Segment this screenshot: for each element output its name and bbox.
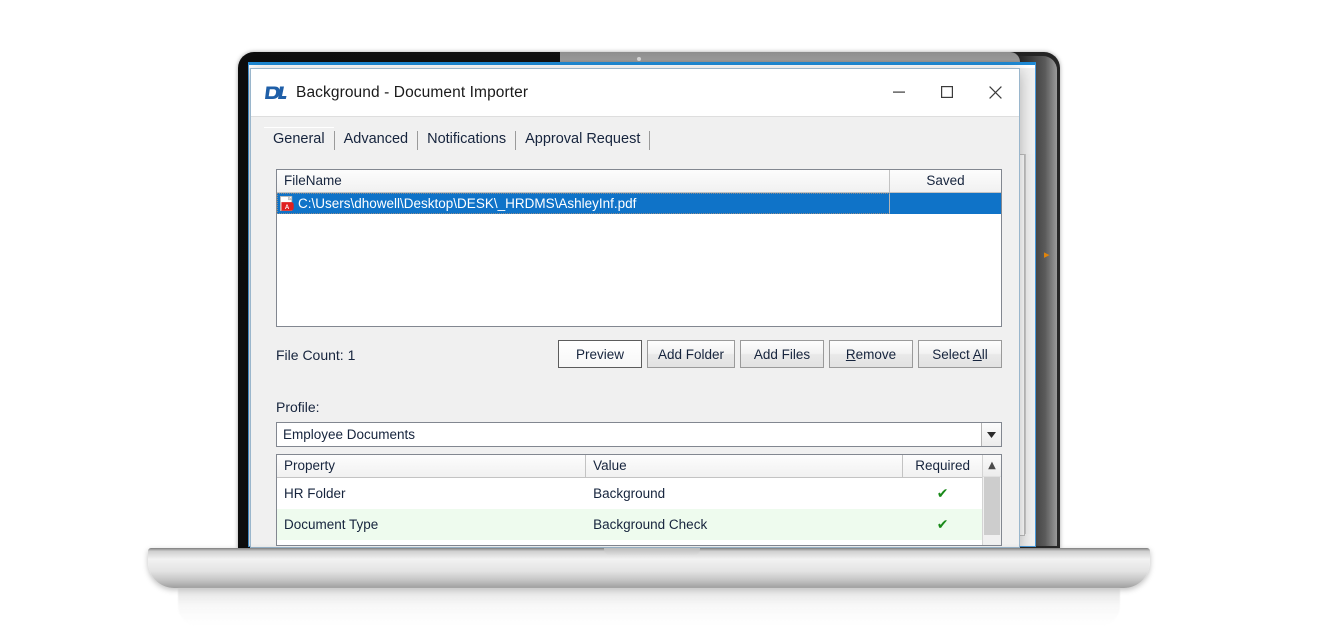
property-grid[interactable]: Property Value Required HR Folder Backgr… [277, 455, 982, 545]
tab-general[interactable]: General [264, 127, 334, 153]
profile-label: Profile: [276, 399, 320, 415]
property-value-cell[interactable]: Background [586, 486, 903, 501]
chevron-up-icon: ▲ [988, 459, 996, 471]
select-all-button-accel: A [972, 346, 982, 362]
tab-approval-request[interactable]: Approval Request [516, 127, 649, 153]
dl-logo-icon [265, 86, 287, 99]
chevron-down-icon [987, 431, 996, 438]
preview-button[interactable]: Preview [557, 340, 642, 368]
add-folder-button[interactable]: Add Folder [646, 340, 735, 368]
close-icon [988, 85, 1002, 99]
minimize-button[interactable] [875, 69, 923, 115]
table-row[interactable]: A C:\Users\dhowell\Desktop\DESK\_HRDMS\A… [277, 193, 1001, 214]
close-button[interactable] [971, 69, 1019, 115]
splitter-expand-arrow-icon[interactable]: ▸ [1044, 248, 1053, 261]
column-header-saved[interactable]: Saved [890, 170, 1001, 192]
add-folder-button-label: Add Folder [657, 346, 724, 362]
property-name-cell: HR Folder [284, 486, 346, 501]
pdf-file-icon: A [280, 196, 294, 211]
preview-button-label: Preview [575, 346, 624, 362]
column-header-value[interactable]: Value [586, 455, 904, 477]
column-header-property[interactable]: Property [277, 455, 587, 477]
property-grid-header: Property Value Required [277, 455, 982, 478]
laptop-base-notch [604, 548, 700, 555]
minimize-icon [893, 91, 905, 93]
table-row[interactable]: HR Folder Background ✔ [277, 478, 982, 509]
window-controls [875, 69, 1019, 115]
file-name-cell[interactable]: A C:\Users\dhowell\Desktop\DESK\_HRDMS\A… [277, 193, 890, 214]
scrollbar-thumb[interactable] [984, 477, 1000, 535]
file-action-buttons: Preview Add Folder Add Files Remove Sele… [557, 340, 1002, 368]
column-header-filename[interactable]: FileName [277, 170, 890, 192]
svg-text:A: A [285, 205, 290, 211]
tab-separator [649, 131, 651, 150]
profile-selected-value: Employee Documents [283, 427, 416, 442]
dialog-titlebar[interactable]: Background - Document Importer [251, 69, 1019, 117]
profile-select[interactable]: Employee Documents [276, 422, 1002, 447]
laptop-reflection [178, 588, 1120, 626]
property-grid-scrollbar[interactable]: ▲ [982, 455, 1001, 545]
actions-row: File Count: 1 Preview Add Folder Add Fil… [276, 335, 1002, 377]
file-path-text: C:\Users\dhowell\Desktop\DESK\_HRDMS\Ash… [298, 196, 637, 211]
table-row[interactable]: Document Type Background Check ✔ [277, 509, 982, 540]
select-all-button-label-tail: ll [981, 346, 988, 362]
tab-advanced[interactable]: Advanced [335, 127, 418, 153]
file-list[interactable]: FileName Saved A C:\Users\dhowell\Deskto… [276, 169, 1002, 327]
property-grid-frame: Property Value Required HR Folder Backgr… [276, 454, 1002, 546]
tabstrip: General Advanced Notifications Approval … [264, 126, 1019, 153]
file-saved-cell[interactable] [890, 193, 1001, 214]
select-all-button-label: Select [932, 346, 973, 362]
profile-dropdown-button[interactable] [981, 423, 1001, 446]
property-name-cell: Document Type [284, 517, 379, 532]
file-list-body: A C:\Users\dhowell\Desktop\DESK\_HRDMS\A… [277, 193, 1001, 214]
maximize-button[interactable] [923, 69, 971, 115]
laptop-camera-icon [637, 57, 641, 61]
remove-button-label: emove [855, 346, 897, 362]
required-check-icon: ✔ [936, 516, 949, 533]
remove-button-accel: R [845, 346, 856, 362]
maximize-icon [941, 86, 953, 98]
background-app-splitter[interactable] [1025, 154, 1034, 534]
laptop-mockup: ▸ Background - Document Importer General… [0, 0, 1323, 631]
select-all-button[interactable]: Select All [918, 340, 1002, 368]
property-value-cell[interactable]: Background Check [586, 517, 903, 532]
add-files-button[interactable]: Add Files [740, 340, 824, 368]
column-header-required[interactable]: Required [903, 455, 982, 477]
remove-button[interactable]: Remove [829, 340, 913, 368]
dialog-title: Background - Document Importer [296, 83, 529, 101]
file-count-label: File Count: 1 [276, 347, 356, 363]
tab-notifications[interactable]: Notifications [418, 127, 515, 153]
add-files-button-label: Add Files [753, 346, 811, 362]
file-list-header: FileName Saved [277, 170, 1001, 193]
scroll-up-button[interactable]: ▲ [983, 455, 1001, 477]
required-check-icon: ✔ [936, 485, 949, 502]
document-importer-dialog: Background - Document Importer General A… [250, 68, 1020, 548]
